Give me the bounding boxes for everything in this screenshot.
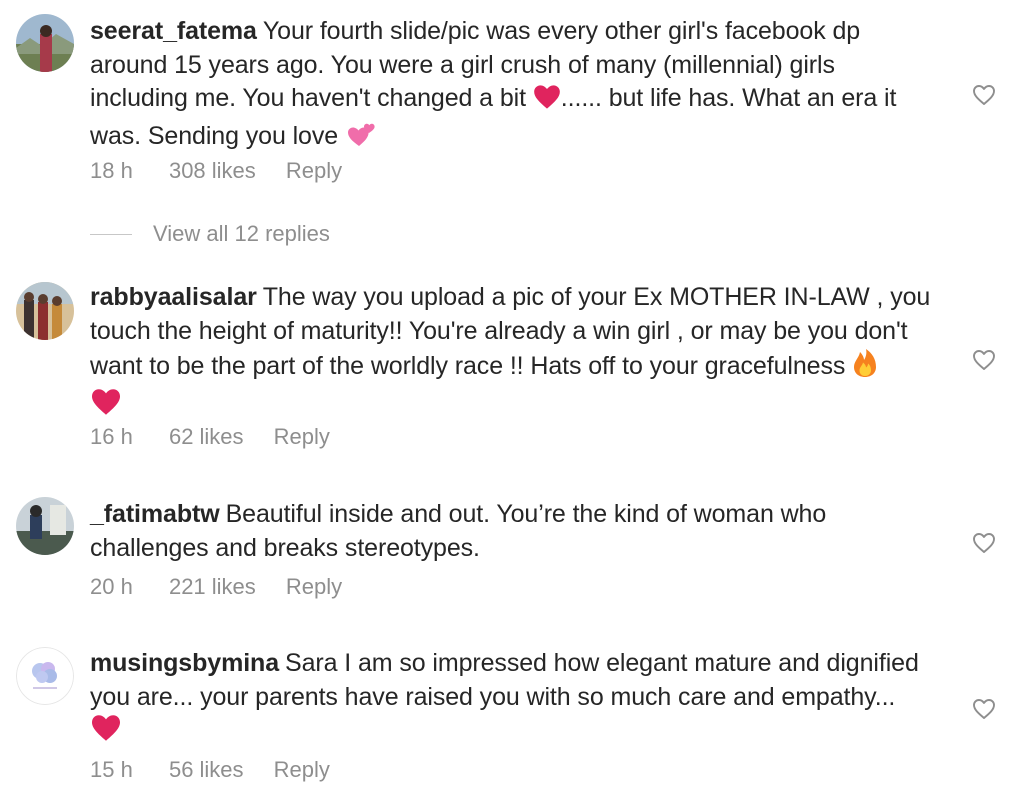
replies-divider bbox=[90, 233, 132, 235]
comment-text: musingsbymina Sara I am so impressed how … bbox=[90, 647, 950, 752]
comment-time: 16 h bbox=[90, 424, 133, 449]
comment-meta: 16 h 62 likes Reply bbox=[90, 424, 330, 450]
comment-body-line: Sara I am so impressed how elegant matur… bbox=[285, 649, 919, 677]
comment-username[interactable]: musingsbymina bbox=[90, 649, 279, 677]
avatar[interactable] bbox=[16, 282, 74, 340]
comment-text: _fatimabtw Beautiful inside and out. You’… bbox=[90, 498, 950, 565]
red-heart-emoji bbox=[90, 714, 122, 752]
reply-button[interactable]: Reply bbox=[274, 757, 330, 783]
comment-body-line: around 15 years ago. You were a girl cru… bbox=[90, 50, 835, 79]
avatar-image bbox=[16, 14, 74, 72]
comment-username[interactable]: rabbyaalisalar bbox=[90, 283, 257, 311]
reply-button[interactable]: Reply bbox=[286, 574, 342, 600]
red-heart-emoji bbox=[90, 388, 122, 426]
comment-body-line: Your fourth slide/pic was every other gi… bbox=[262, 17, 861, 45]
avatar[interactable] bbox=[16, 497, 74, 555]
avatar-image bbox=[16, 647, 74, 705]
heart-outline-icon[interactable] bbox=[972, 84, 996, 106]
comment-time: 15 h bbox=[90, 757, 133, 782]
comment-likes[interactable]: 62 likes bbox=[169, 424, 244, 450]
comment-time: 20 h bbox=[90, 574, 133, 599]
reply-button[interactable]: Reply bbox=[274, 424, 330, 450]
comment-meta: 20 h 221 likes Reply bbox=[90, 574, 342, 600]
comment-body-line: ...... but life has. What an era it bbox=[560, 84, 897, 113]
comment-text: seerat_fatema Your fourth slide/pic was e… bbox=[90, 15, 950, 157]
fire-emoji bbox=[852, 348, 878, 388]
avatar-image bbox=[16, 497, 74, 555]
two-hearts-emoji bbox=[345, 120, 377, 158]
comment-text: rabbyaalisalar The way you upload a pic o… bbox=[90, 281, 950, 425]
comment-meta: 15 h 56 likes Reply bbox=[90, 757, 330, 783]
reply-button[interactable]: Reply bbox=[286, 158, 342, 184]
view-replies-label: View all 12 replies bbox=[153, 221, 330, 246]
comment-username[interactable]: seerat_fatema bbox=[90, 17, 257, 45]
comment-body-line: was. Sending you love bbox=[90, 121, 345, 150]
comment-body-line: The way you upload a pic of your Ex MOTH… bbox=[262, 283, 931, 311]
red-heart-emoji bbox=[533, 84, 561, 120]
avatar[interactable] bbox=[16, 647, 74, 705]
view-replies-button[interactable]: View all 12 replies bbox=[90, 218, 330, 250]
comment-body-line: you are... your parents have raised you … bbox=[90, 682, 896, 711]
comment-username[interactable]: _fatimabtw bbox=[90, 500, 220, 528]
comment-likes[interactable]: 221 likes bbox=[169, 574, 256, 600]
heart-outline-icon[interactable] bbox=[972, 532, 996, 554]
comment-body-line: want to be the part of the worldly race … bbox=[90, 352, 853, 381]
heart-outline-icon[interactable] bbox=[972, 698, 996, 720]
comment-meta: 18 h 308 likes Reply bbox=[90, 158, 342, 184]
comment-time: 18 h bbox=[90, 158, 133, 183]
comment-body-line: including me. You haven't changed a bit bbox=[90, 84, 533, 113]
avatar-image bbox=[16, 282, 74, 340]
comment-body-line: challenges and breaks stereotypes. bbox=[90, 533, 480, 562]
comment-likes[interactable]: 56 likes bbox=[169, 757, 244, 783]
heart-outline-icon[interactable] bbox=[972, 349, 996, 371]
comment-likes[interactable]: 308 likes bbox=[169, 158, 256, 184]
comment-body-line: touch the height of maturity!! You're al… bbox=[90, 316, 908, 345]
avatar[interactable] bbox=[16, 14, 74, 72]
comment-body-line: Beautiful inside and out. You’re the kin… bbox=[225, 500, 827, 528]
